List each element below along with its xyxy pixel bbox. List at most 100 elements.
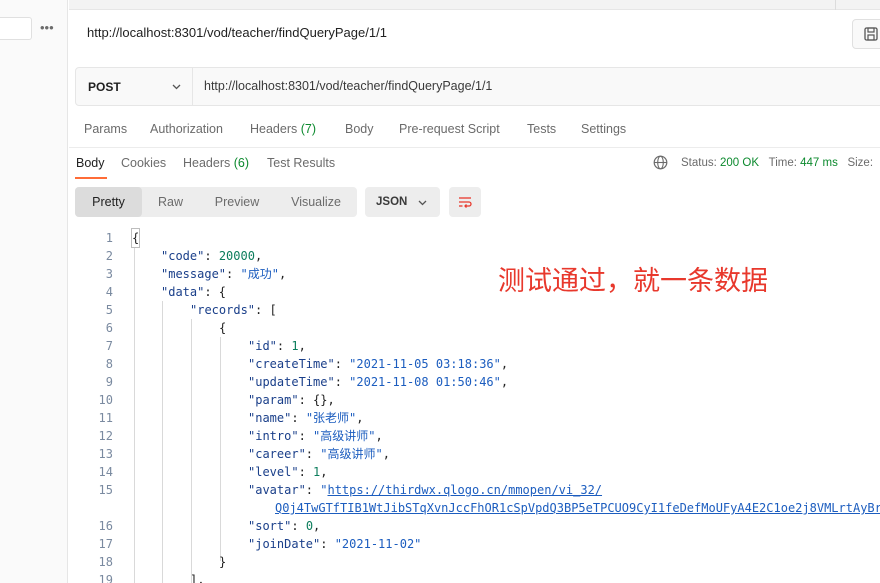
line-number: 17 xyxy=(98,537,113,551)
line-number: 1 xyxy=(105,231,113,245)
code-text: "sort": 0, xyxy=(248,519,321,533)
save-icon xyxy=(864,27,878,41)
line-number: 6 xyxy=(105,321,113,335)
line-number: 13 xyxy=(98,447,113,461)
line-number: 3 xyxy=(105,267,113,281)
time-label: Time: xyxy=(768,157,797,169)
line-number: 10 xyxy=(98,393,113,407)
line-number: 5 xyxy=(105,303,113,317)
method-select[interactable]: POST xyxy=(76,68,193,105)
size-label: Size: xyxy=(847,157,874,169)
line-number: 8 xyxy=(105,357,113,371)
mode-visualize[interactable]: Visualize xyxy=(275,187,357,217)
url-input[interactable]: http://localhost:8301/vod/teacher/findQu… xyxy=(204,79,492,93)
wrap-lines-icon xyxy=(459,197,472,208)
code-line: 18 } xyxy=(69,553,880,571)
save-button[interactable] xyxy=(852,19,880,49)
code-text: "records": [ xyxy=(190,303,277,317)
code-text: "name": "张老师", xyxy=(248,411,364,425)
section-divider xyxy=(69,147,880,148)
tab-headers-count: (7) xyxy=(300,122,317,136)
line-number: 2 xyxy=(105,249,113,263)
code-line: 11 "name": "张老师", xyxy=(69,409,880,427)
globe-icon[interactable] xyxy=(653,155,668,170)
mode-raw[interactable]: Raw xyxy=(142,187,199,217)
avatar-link-continued[interactable]: Q0j4TwGTfTIB1WtJibSTqXvnJccFhOR1cSpVpdQ3… xyxy=(275,499,880,517)
code-line: 9 "updateTime": "2021-11-08 01:50:46", xyxy=(69,373,880,391)
more-dots-icon[interactable]: ••• xyxy=(40,20,54,36)
code-line: 8 "createTime": "2021-11-05 03:18:36", xyxy=(69,355,880,373)
format-select[interactable]: JSON xyxy=(365,187,440,217)
view-mode-selector: Pretty Raw Preview Visualize xyxy=(75,187,357,217)
format-label: JSON xyxy=(376,196,408,208)
response-tab-headers-label: Headers xyxy=(183,156,231,170)
tab-tests[interactable]: Tests xyxy=(527,122,556,136)
response-tab-test-results[interactable]: Test Results xyxy=(267,156,335,170)
tab-headers[interactable]: Headers (7) xyxy=(250,122,316,136)
code-text: { xyxy=(219,321,227,335)
request-title: http://localhost:8301/vod/teacher/findQu… xyxy=(87,25,387,40)
mode-preview[interactable]: Preview xyxy=(199,187,275,217)
line-number: 14 xyxy=(98,465,113,479)
tab-headers-label: Headers xyxy=(250,122,298,136)
tab-params[interactable]: Params xyxy=(84,122,127,136)
code-text: { xyxy=(130,228,141,248)
chevron-down-icon xyxy=(172,84,181,90)
line-number: 18 xyxy=(98,555,113,569)
line-number: 16 xyxy=(98,519,113,533)
status-label: Status: xyxy=(681,157,717,169)
response-meta: Status: 200 OK Time: 447 ms Size: xyxy=(681,157,873,169)
code-text: ], xyxy=(190,573,205,583)
tab-divider xyxy=(835,0,836,10)
code-line: 6 { xyxy=(69,319,880,337)
code-line: 16 "sort": 0, xyxy=(69,517,880,535)
code-text: "id": 1, xyxy=(248,339,306,353)
time-value[interactable]: 447 ms xyxy=(800,157,838,169)
code-line: 12 "intro": "高级讲师", xyxy=(69,427,880,445)
sidebar: ••• xyxy=(0,0,68,583)
line-number: 4 xyxy=(105,285,113,299)
code-line: 13 "career": "高级讲师", xyxy=(69,445,880,463)
code-text: "param": {}, xyxy=(248,393,335,407)
code-text: "updateTime": "2021-11-08 01:50:46", xyxy=(248,375,509,389)
code-text: "data": { xyxy=(161,285,227,299)
status-value[interactable]: 200 OK xyxy=(720,157,759,169)
line-number: 12 xyxy=(98,429,113,443)
method-label: POST xyxy=(88,80,121,94)
line-number: 15 xyxy=(98,483,113,497)
avatar-link[interactable]: https://thirdwx.qlogo.cn/mmopen/vi_32/ xyxy=(327,483,602,497)
code-text: "code": 20000, xyxy=(161,249,263,263)
code-text: "message": "成功", xyxy=(161,267,287,281)
chevron-down-icon xyxy=(418,200,427,206)
code-line: 14 "level": 1, xyxy=(69,463,880,481)
response-tab-headers[interactable]: Headers (6) xyxy=(183,156,249,170)
annotation-text: 测试通过，就一条数据 xyxy=(498,266,768,297)
response-tab-body[interactable]: Body xyxy=(76,156,105,170)
line-number: 9 xyxy=(105,375,113,389)
code-text: } xyxy=(219,555,227,569)
tab-prerequest-script[interactable]: Pre-request Script xyxy=(399,122,500,136)
active-tab-indicator xyxy=(75,177,107,179)
tab-settings[interactable]: Settings xyxy=(581,122,626,136)
line-number: 19 xyxy=(98,573,113,583)
code-text: "level": 1, xyxy=(248,465,328,479)
line-number: 11 xyxy=(98,411,113,425)
code-text: "createTime": "2021-11-05 03:18:36", xyxy=(248,357,509,371)
code-line: Q0j4TwGTfTIB1WtJibSTqXvnJccFhOR1cSpVpdQ3… xyxy=(69,499,880,517)
line-number: 7 xyxy=(105,339,113,353)
tab-strip xyxy=(69,0,880,10)
code-line: 5 "records": [ xyxy=(69,301,880,319)
sidebar-filter-input[interactable] xyxy=(0,17,32,40)
tab-body[interactable]: Body xyxy=(345,122,374,136)
wrap-lines-button[interactable] xyxy=(449,187,481,217)
mode-pretty[interactable]: Pretty xyxy=(75,187,142,217)
tab-authorization[interactable]: Authorization xyxy=(150,122,223,136)
response-tab-headers-count: (6) xyxy=(233,156,250,170)
request-bar: POST http://localhost:8301/vod/teacher/f… xyxy=(75,67,880,106)
code-text: "avatar": "https://thirdwx.qlogo.cn/mmop… xyxy=(248,483,603,497)
code-line: 1 { xyxy=(69,228,880,248)
code-text: "career": "高级讲师", xyxy=(248,447,390,461)
code-line: 19 ], xyxy=(69,571,880,583)
response-tab-cookies[interactable]: Cookies xyxy=(121,156,166,170)
code-line: 7 "id": 1, xyxy=(69,337,880,355)
